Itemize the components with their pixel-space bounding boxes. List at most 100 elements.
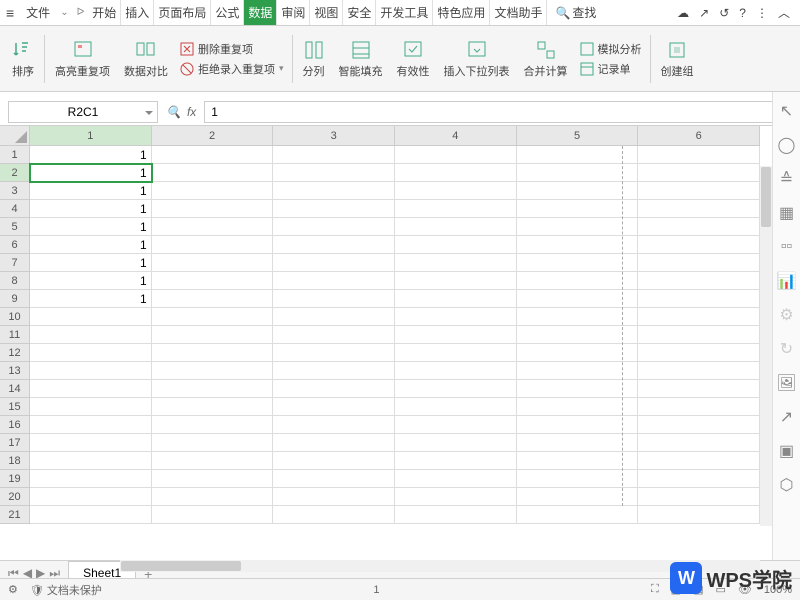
cell[interactable]: 1	[30, 290, 152, 308]
cell[interactable]	[395, 290, 517, 308]
record-form-button[interactable]: 记录单	[580, 61, 642, 77]
more-icon[interactable]: ⋮	[756, 6, 768, 20]
cell[interactable]	[638, 272, 760, 290]
cell[interactable]	[395, 344, 517, 362]
row-header[interactable]: 2	[0, 164, 30, 182]
cell[interactable]	[517, 146, 639, 164]
reject-dup-button[interactable]: 拒绝录入重复项▾	[180, 61, 284, 77]
cell[interactable]	[517, 164, 639, 182]
cell[interactable]	[517, 452, 639, 470]
compare-group[interactable]: 数据对比	[118, 39, 174, 79]
cell[interactable]	[30, 416, 152, 434]
cell[interactable]	[517, 470, 639, 488]
cell[interactable]	[395, 146, 517, 164]
cell[interactable]	[152, 326, 274, 344]
cell[interactable]	[152, 290, 274, 308]
row-header[interactable]: 17	[0, 434, 30, 452]
cell[interactable]	[395, 164, 517, 182]
cell[interactable]	[152, 506, 274, 524]
row-header[interactable]: 21	[0, 506, 30, 524]
cell[interactable]	[273, 344, 395, 362]
cell[interactable]	[273, 380, 395, 398]
cell[interactable]	[638, 236, 760, 254]
tab-8[interactable]: 开发工具	[376, 0, 433, 25]
cell[interactable]	[152, 416, 274, 434]
col-header[interactable]: 5	[517, 126, 639, 145]
fill-group[interactable]: 智能填充	[333, 39, 389, 79]
cell[interactable]: 1	[30, 146, 152, 164]
row-header[interactable]: 20	[0, 488, 30, 506]
gallery-icon[interactable]: ▣	[778, 442, 796, 460]
cell[interactable]	[30, 452, 152, 470]
row-header[interactable]: 9	[0, 290, 30, 308]
cell[interactable]: 1	[30, 218, 152, 236]
cell[interactable]	[273, 182, 395, 200]
cell[interactable]	[30, 362, 152, 380]
cell[interactable]	[152, 470, 274, 488]
cell[interactable]	[517, 182, 639, 200]
cursor-icon[interactable]: ↖	[778, 102, 796, 120]
cell[interactable]	[638, 218, 760, 236]
what-if-button[interactable]: 模拟分析	[580, 41, 642, 57]
cell[interactable]	[152, 398, 274, 416]
tab-3[interactable]: 公式	[211, 0, 244, 25]
cell[interactable]	[152, 236, 274, 254]
cell[interactable]	[395, 470, 517, 488]
export-icon[interactable]: ↗	[778, 408, 796, 426]
sort-group[interactable]: 排序	[6, 39, 40, 79]
cell[interactable]	[638, 506, 760, 524]
select-all-corner[interactable]	[0, 126, 30, 146]
cell[interactable]	[395, 488, 517, 506]
cell[interactable]	[638, 344, 760, 362]
cell[interactable]	[30, 506, 152, 524]
cell[interactable]	[152, 344, 274, 362]
cell[interactable]	[273, 434, 395, 452]
row-header[interactable]: 14	[0, 380, 30, 398]
cell[interactable]	[638, 398, 760, 416]
cell[interactable]	[30, 488, 152, 506]
row-header[interactable]: 16	[0, 416, 30, 434]
tune-icon[interactable]: ⚙	[778, 306, 796, 324]
row-header[interactable]: 18	[0, 452, 30, 470]
cell[interactable]	[638, 200, 760, 218]
cell[interactable]	[638, 416, 760, 434]
col-header[interactable]: 2	[152, 126, 274, 145]
cell[interactable]	[517, 254, 639, 272]
cell[interactable]	[273, 218, 395, 236]
hamburger-icon[interactable]: ≡	[0, 5, 20, 21]
cell[interactable]	[638, 254, 760, 272]
cell[interactable]	[638, 452, 760, 470]
cell[interactable]	[152, 146, 274, 164]
row-header[interactable]: 10	[0, 308, 30, 326]
cell[interactable]	[30, 380, 152, 398]
row-header[interactable]: 6	[0, 236, 30, 254]
cell[interactable]	[395, 434, 517, 452]
cell[interactable]	[517, 506, 639, 524]
cell[interactable]	[30, 434, 152, 452]
settings-icon[interactable]: ⚙	[8, 583, 18, 596]
formula-input[interactable]: 1	[204, 101, 792, 123]
cell[interactable]	[517, 398, 639, 416]
cell[interactable]	[152, 200, 274, 218]
cube-icon[interactable]: ⬡	[778, 476, 796, 494]
history-icon[interactable]: ↺	[719, 6, 729, 20]
row-header[interactable]: 19	[0, 470, 30, 488]
cell[interactable]	[152, 164, 274, 182]
cell[interactable]	[638, 164, 760, 182]
cell[interactable]	[395, 398, 517, 416]
collapse-icon[interactable]: ︿	[778, 4, 790, 21]
cell[interactable]: 1	[30, 164, 152, 182]
cell[interactable]	[517, 416, 639, 434]
split-group[interactable]: 分列	[297, 39, 331, 79]
cell[interactable]	[638, 380, 760, 398]
tab-2[interactable]: 页面布局	[154, 0, 211, 25]
cell[interactable]	[152, 434, 274, 452]
row-header[interactable]: 13	[0, 362, 30, 380]
table-icon[interactable]: ▦	[778, 204, 796, 222]
cell[interactable]	[30, 470, 152, 488]
cell[interactable]	[395, 272, 517, 290]
group-group[interactable]: 创建组	[655, 39, 700, 79]
cell[interactable]	[517, 344, 639, 362]
cell[interactable]	[152, 182, 274, 200]
cell[interactable]	[273, 362, 395, 380]
